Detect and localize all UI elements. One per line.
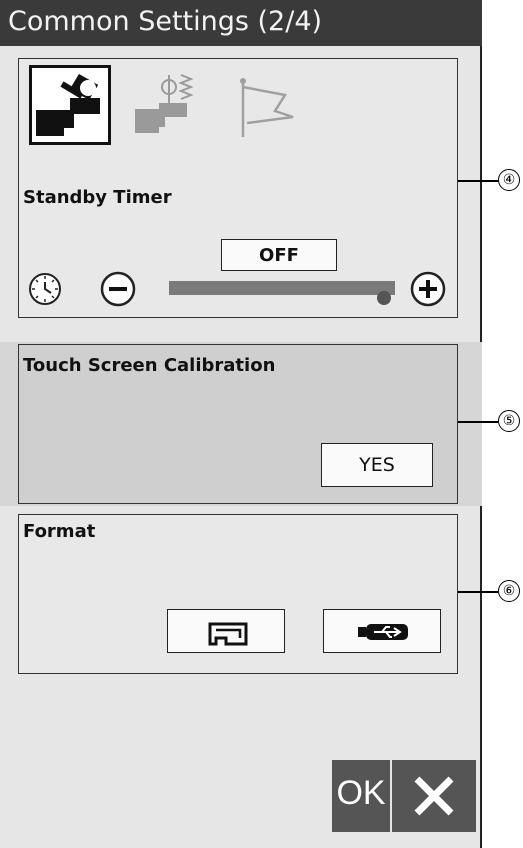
ok-button[interactable]: OK [332,760,390,832]
clock-icon [29,273,61,305]
standby-timer-label: Standby Timer [23,187,172,208]
calibration-panel: Touch Screen Calibration YES [18,344,458,504]
machine-wrench-icon[interactable] [29,65,111,145]
standby-value: OFF [259,245,299,266]
format-machine-button[interactable] [167,609,285,653]
callout-5: ⑤ [498,410,520,432]
callout-6: ⑥ [498,580,520,602]
settings-screen: Common Settings (2/4) Standby Timer OFF … [0,0,482,848]
page-title: Common Settings (2/4) [8,6,323,37]
ok-label: OK [336,774,386,812]
calibration-yes-button[interactable]: YES [321,443,433,487]
format-usb-button[interactable] [323,609,441,653]
close-icon [414,776,454,816]
machine-memory-icon [208,622,248,646]
format-panel: Format [18,514,458,674]
callout-6-line [458,591,498,593]
standby-slider-track[interactable] [169,281,395,305]
format-label: Format [23,521,96,542]
callout-4: ④ [498,169,520,191]
standby-value-display: OFF [221,239,337,271]
machine-stitch-icon[interactable] [129,65,211,145]
minus-icon[interactable] [99,270,137,308]
calibration-label: Touch Screen Calibration [23,355,276,376]
callout-4-line [458,180,498,182]
close-button[interactable] [392,760,476,832]
callout-5-line [458,421,498,423]
standby-slider-knob[interactable] [377,291,391,305]
standby-panel: Standby Timer OFF [18,58,458,318]
title-bar: Common Settings (2/4) [0,0,482,46]
usb-icon [358,624,408,640]
flag-icon[interactable] [227,65,309,145]
yes-label: YES [359,454,395,476]
plus-icon[interactable] [409,270,447,308]
